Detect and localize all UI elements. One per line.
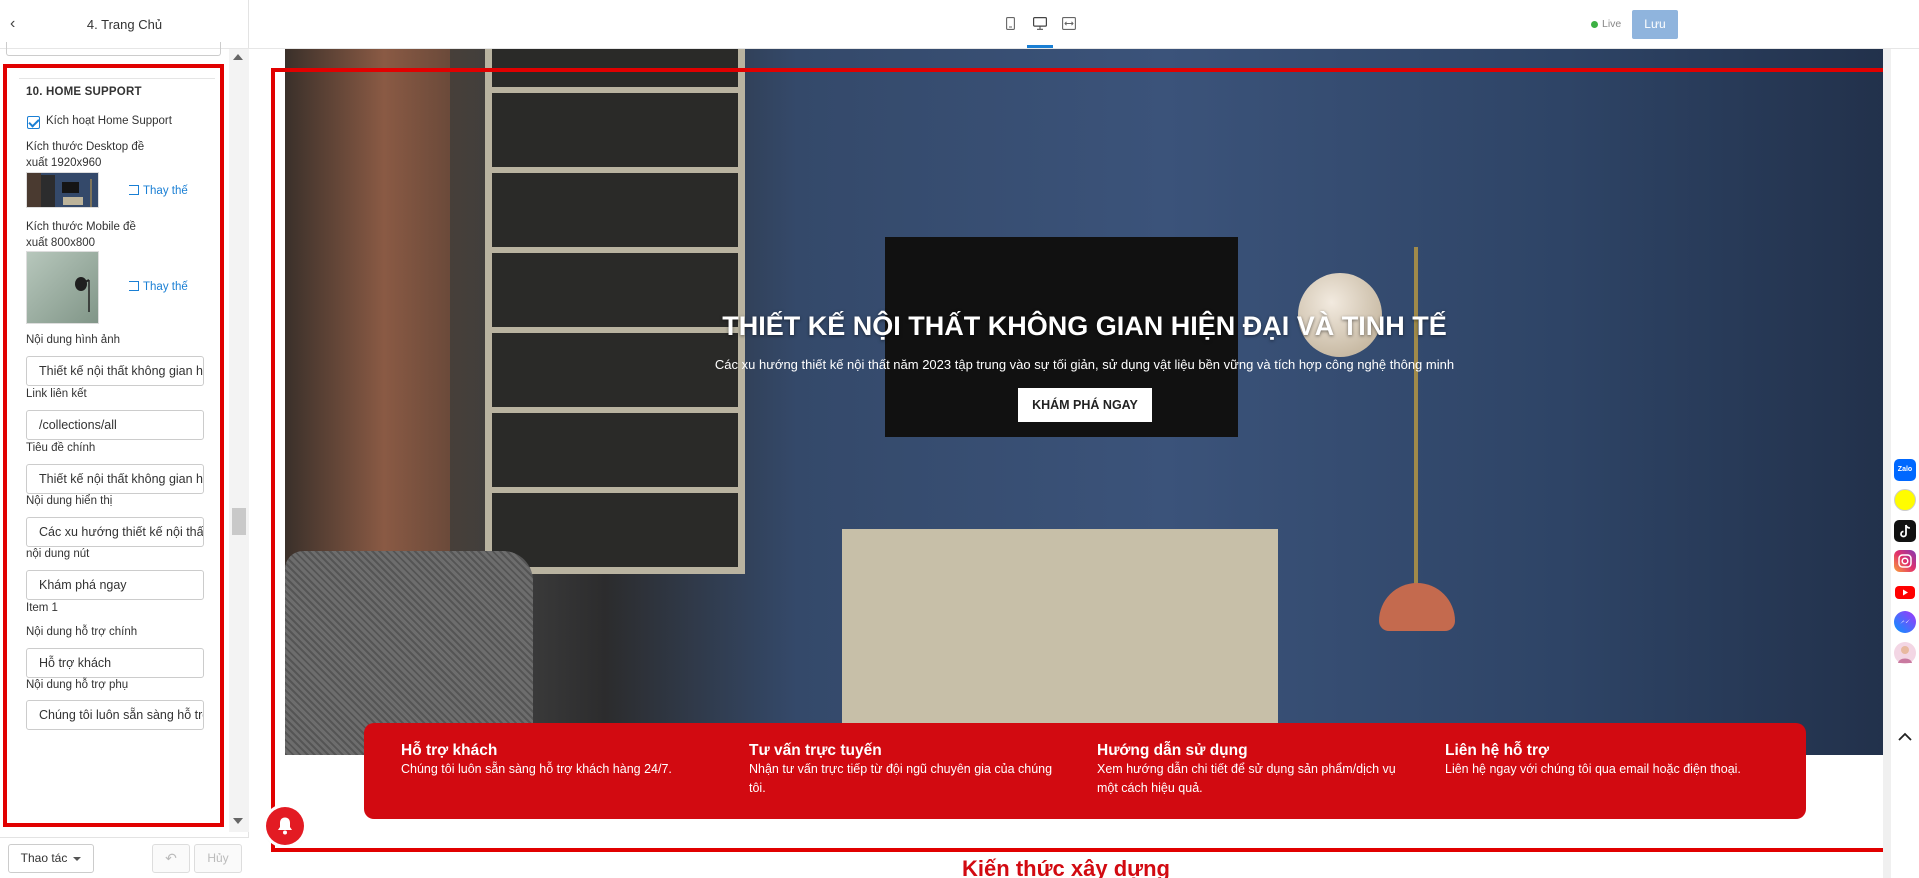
undo-button[interactable]: ↶ [152,844,190,873]
sidebar-title: 4. Trang Chủ [86,17,163,32]
messenger-icon[interactable] [1894,611,1916,633]
preview-highlight-frame [271,68,1883,852]
support-avatar-icon[interactable] [1894,642,1916,664]
sidebar-footer: Thao tác ↶ Hủy [0,837,249,878]
sidebar-scrollbar[interactable] [229,49,249,832]
live-status-label: Live [1602,18,1622,30]
active-view-indicator [1027,45,1053,48]
scroll-down-arrow-icon[interactable] [233,818,243,824]
instagram-icon[interactable] [1894,550,1916,572]
youtube-icon[interactable] [1894,581,1916,603]
live-status-dot [1591,21,1598,28]
scrollbar-thumb[interactable] [232,508,246,535]
zalo-icon[interactable]: Zalo [1894,459,1916,481]
back-to-top-chevron-icon[interactable] [1895,727,1915,747]
next-section-title: Kiến thức xây dựng [962,856,1170,878]
page-preview: THIẾT KẾ NỘI THẤT KHÔNG GIAN HIỆN ĐẠI VÀ… [249,49,1883,878]
cancel-button[interactable]: Hủy [194,844,242,873]
mobile-view-icon[interactable] [1006,17,1015,35]
snapchat-icon[interactable] [1894,489,1916,511]
previous-field-input[interactable] [6,42,221,56]
preview-scrollbar[interactable] [1883,49,1891,878]
editor-topbar: Live Lưu [249,0,1919,49]
actions-dropdown-button[interactable]: Thao tác [8,844,94,873]
notification-bell-icon[interactable] [266,807,304,845]
scroll-up-arrow-icon[interactable] [233,54,243,60]
fullwidth-view-icon[interactable] [1062,17,1076,35]
editor-sidebar: ‹ 4. Trang Chủ 10. HOME SUPPORT Kích hoạ… [0,0,249,878]
desktop-view-icon[interactable] [1033,17,1048,35]
sidebar-highlight-frame [3,64,224,827]
tiktok-icon[interactable] [1894,520,1916,542]
save-button[interactable]: Lưu [1632,10,1678,39]
